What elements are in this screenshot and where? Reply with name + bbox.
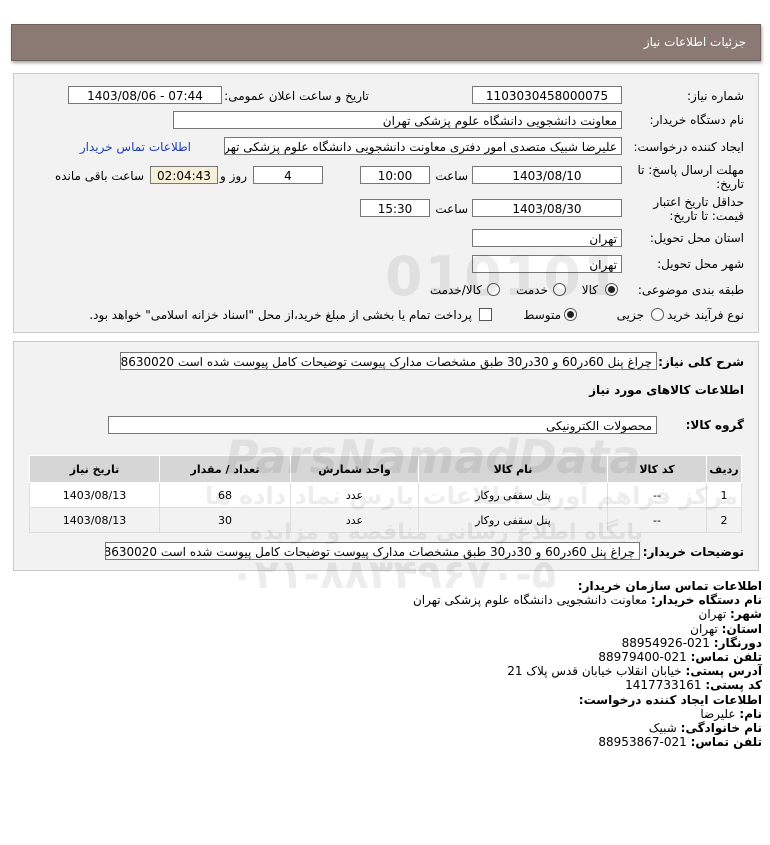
process-option-medium: متوسط: [523, 308, 561, 322]
process-radio-minor[interactable]: [651, 308, 664, 321]
process-radio-medium[interactable]: [564, 308, 577, 321]
summary-label: شرح کلی نیاز:: [658, 355, 744, 369]
category-option-goods: کالا: [581, 283, 598, 297]
days-field: 4: [253, 166, 323, 184]
address-label: آدرس پستی:: [685, 664, 762, 679]
creator-field: علیرضا شبیک متصدی امور دفتری معاونت دانش…: [224, 137, 622, 155]
address-value: خیابان انقلاب خیابان قدس پلاک 21: [507, 664, 682, 679]
city-label: شهر محل تحویل:: [657, 257, 744, 271]
category-radio-service[interactable]: [553, 283, 566, 296]
col-name: نام کالا: [418, 455, 608, 483]
contact-info: اطلاعات تماس سازمان خریدار: نام دستگاه خ…: [413, 579, 762, 749]
announce-datetime-label: تاریخ و ساعت اعلان عمومی:: [224, 89, 369, 103]
cell-unit: عدد: [290, 507, 419, 533]
contact-city-label: شهر:: [730, 607, 762, 622]
cell-date: 1403/08/13: [29, 482, 160, 508]
goods-table-header: ردیف کد کالا نام کالا واحد شمارش تعداد /…: [29, 455, 742, 483]
need-number-field: 1103030458000075: [472, 86, 622, 104]
remaining-time-label: ساعت باقی مانده: [54, 169, 144, 183]
cell-code: --: [607, 507, 707, 533]
phone-value: 021-88979400: [598, 650, 687, 665]
province-label: استان محل تحویل:: [649, 231, 744, 245]
contact-city-value: تهران: [698, 607, 727, 622]
deadline-label-line1: مهلت ارسال پاسخ: تا: [637, 163, 744, 177]
cell-name: پنل سقفی روکار: [418, 507, 608, 533]
deadline-label: مهلت ارسال پاسخ: تا تاریخ:: [637, 163, 744, 191]
buyer-org-field: معاونت دانشجویی دانشگاه علوم پزشکی تهران: [173, 111, 622, 129]
creator-phone-value: 021-88953867: [598, 735, 687, 750]
cell-code: --: [607, 482, 707, 508]
process-label: نوع فرآیند خرید :: [659, 308, 744, 322]
last-name-label: نام خانوادگی:: [680, 721, 762, 736]
deadline-time-label: ساعت: [435, 169, 468, 183]
cell-qty: 68: [159, 482, 291, 508]
deadline-time-field: 10:00: [360, 166, 430, 184]
cell-name: پنل سقفی روکار: [418, 482, 608, 508]
postal-code-value: 1417733161: [625, 678, 702, 693]
cell-unit: عدد: [290, 482, 419, 508]
treasury-payment-checkbox[interactable]: [479, 308, 492, 321]
buyer-org-label: نام دستگاه خریدار:: [649, 113, 745, 127]
need-number-label: شماره نیاز:: [687, 89, 744, 103]
postal-code-label: کد پستی:: [705, 678, 762, 693]
buyer-notes-label: توضیحات خریدار:: [642, 545, 744, 559]
col-unit: واحد شمارش: [290, 455, 419, 483]
col-code: کد کالا: [607, 455, 707, 483]
validity-time-field: 15:30: [360, 199, 430, 217]
creator-label: ایجاد کننده درخواست:: [633, 140, 744, 154]
buyer-contact-link[interactable]: اطلاعات تماس خریدار: [80, 140, 191, 154]
table-row: 2 -- پنل سقفی روکار عدد 30 1403/08/13: [29, 507, 742, 533]
cell-qty: 30: [159, 507, 291, 533]
remaining-time-field: 02:04:43: [150, 166, 218, 184]
category-radio-goods-service[interactable]: [487, 283, 500, 296]
validity-label: حداقل تاریخ اعتبار قیمت: تا تاریخ:: [653, 195, 744, 223]
category-option-goods-service: کالا/خدمت: [429, 283, 482, 297]
category-radio-goods[interactable]: [605, 283, 618, 296]
creator-contact-title: اطلاعات ایجاد کننده درخواست:: [578, 692, 762, 707]
col-row: ردیف: [706, 455, 742, 483]
validity-label-line1: حداقل تاریخ اعتبار: [653, 195, 744, 209]
org-contact-title: اطلاعات تماس سازمان خریدار:: [577, 579, 762, 593]
treasury-payment-note: پرداخت تمام یا بخشی از مبلغ خرید،از محل …: [89, 308, 472, 322]
page-title: جزئیات اطلاعات نیاز: [643, 35, 746, 49]
buyer-name-label: نام دستگاه خریدار:: [651, 593, 762, 608]
goods-table: ردیف کد کالا نام کالا واحد شمارش تعداد /…: [29, 455, 742, 533]
contact-province-value: تهران: [690, 621, 718, 636]
announce-datetime-field: 1403/08/06 - 07:44: [68, 86, 222, 104]
col-date: تاریخ نیاز: [29, 455, 160, 483]
col-qty: تعداد / مقدار: [159, 455, 291, 483]
contact-province-label: استان:: [721, 621, 762, 636]
validity-time-label: ساعت: [435, 202, 468, 216]
days-label: روز و: [220, 169, 247, 183]
goods-group-label: گروه کالا:: [685, 418, 744, 432]
deadline-label-line2: تاریخ:: [716, 177, 744, 191]
cell-date: 1403/08/13: [29, 507, 160, 533]
buyer-name-value: معاونت دانشجویی دانشگاه علوم پزشکی تهران: [412, 593, 648, 608]
first-name-label: نام:: [739, 706, 762, 721]
category-option-service: خدمت: [516, 283, 548, 297]
validity-label-line2: قیمت: تا تاریخ:: [669, 209, 744, 223]
last-name-value: شبیک: [648, 721, 677, 736]
goods-group-field: محصولات الکترونیکی: [108, 416, 657, 434]
fax-label: دورنگار:: [713, 635, 762, 650]
fax-value: 021-88954926: [621, 635, 710, 650]
page-title-bar: جزئیات اطلاعات نیاز: [11, 24, 761, 61]
table-row: 1 -- پنل سقفی روکار عدد 68 1403/08/13: [29, 482, 742, 508]
validity-date-field: 1403/08/30: [472, 199, 622, 217]
phone-label: تلفن تماس:: [690, 650, 762, 665]
creator-phone-label: تلفن تماس:: [690, 735, 762, 750]
cell-row: 1: [706, 482, 742, 508]
deadline-date-field: 1403/08/10: [472, 166, 622, 184]
first-name-value: علیرضا: [700, 706, 736, 721]
goods-info-title: اطلاعات کالاهای مورد نیاز: [589, 383, 744, 397]
buyer-notes-field: چراغ پنل 60در60 و 30در30 طبق مشخصات مدار…: [105, 542, 640, 560]
process-option-minor: جزیی: [616, 308, 644, 322]
summary-field: چراغ پنل 60در60 و 30در30 طبق مشخصات مدار…: [120, 352, 657, 370]
province-field: تهران: [472, 229, 622, 247]
category-label: طبقه بندی موضوعی:: [637, 283, 744, 297]
cell-row: 2: [706, 507, 742, 533]
city-field: تهران: [472, 255, 622, 273]
